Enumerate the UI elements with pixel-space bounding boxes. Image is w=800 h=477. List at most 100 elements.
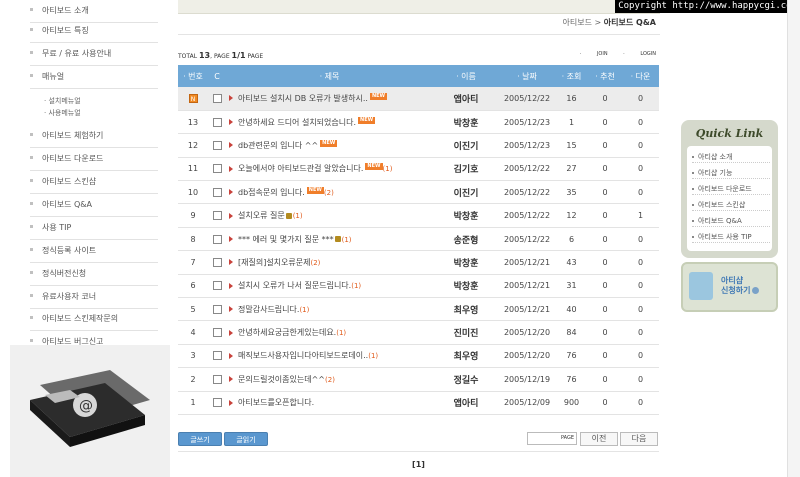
cell-check[interactable] [208,133,226,158]
cell-check[interactable] [208,297,226,322]
row-checkbox[interactable] [212,374,222,384]
cell-title[interactable]: 아티보드를오픈합니다. [226,391,433,415]
col-header-title[interactable]: · 제목 [226,65,433,87]
page-input[interactable]: PAGE [527,432,577,445]
quick-link-item[interactable]: 아티샵 기능 [692,168,770,179]
post-title[interactable]: *** 에러 및 몇가지 질문 *** [238,235,334,244]
table-row[interactable]: 3 매직보드사용자입니다아티보드로데이..(1) 최우영 2005/12/20 76 0 0 [178,344,659,369]
sidebar-item[interactable]: 무료 / 유료 사용안내 [30,43,158,66]
row-checkbox[interactable] [212,117,222,127]
list-button[interactable]: 글읽기 [224,432,268,446]
quick-link-item[interactable]: 아티보드 다운로드 [692,184,770,195]
cell-author[interactable]: 진미진 [433,320,499,345]
cell-title[interactable]: [재질의]설치오류문제(2) [226,250,433,275]
cell-author[interactable]: 최우영 [433,297,499,322]
cell-title[interactable]: 설치시 오류가 나서 질문드립니다.(1) [226,274,433,299]
cell-author[interactable]: 송준형 [433,227,499,252]
table-row[interactable]: 4 안녕하세요궁금한게있는데요.(1) 진미진 2005/12/20 84 0 0 [178,320,659,345]
post-title[interactable]: 설치시 오류가 나서 질문드립니다. [238,281,351,290]
cell-author[interactable]: 박창훈 [433,110,499,135]
row-checkbox[interactable] [212,328,222,338]
sidebar-item[interactable]: 아티보드 스킨샵 [30,171,158,194]
col-header-views[interactable]: · 조회 [555,65,588,87]
cell-author[interactable]: 이진기 [433,133,499,158]
table-row[interactable]: 6 설치시 오류가 나서 질문드립니다.(1) 박창훈 2005/12/21 31 0 0 [178,274,659,299]
cell-author[interactable]: 최우영 [433,344,499,369]
sidebar-item[interactable]: 아티보드 특징 [30,20,158,43]
cell-check[interactable] [208,87,226,111]
cell-author[interactable]: 앱아티 [433,87,499,111]
post-title[interactable]: 아티보드를오픈합니다. [238,398,314,407]
post-title[interactable]: [재질의]설치오류문제 [238,258,310,267]
sidebar-item[interactable]: 아티보드 다운로드 [30,148,158,171]
table-row[interactable]: N 아티보드 설치시 DB 오류가 발생하시.. NEW 앱아티 2005/12/22 1… [178,87,659,111]
cell-author[interactable]: 박창훈 [433,250,499,275]
row-checkbox[interactable] [212,187,222,197]
join-link[interactable]: · JOIN [580,51,608,57]
post-title[interactable]: 안녕하세요궁금한게있는데요. [238,328,336,337]
post-title[interactable]: db접속문의 입니다. [238,188,305,197]
post-title[interactable]: 설치오류 질문 [238,211,285,220]
post-title[interactable]: db관련문의 입니다 ^^ [238,141,318,150]
login-link[interactable]: · LOGIN [623,51,656,57]
row-checkbox[interactable] [212,140,222,150]
cell-author[interactable]: 박창훈 [433,274,499,299]
row-checkbox[interactable] [212,351,222,361]
sidebar-item[interactable]: 유료사용자 코너 [30,286,158,309]
post-title[interactable]: 안녕하세요 드디어 설치되었습니다. [238,118,356,127]
cell-check[interactable] [208,367,226,392]
col-header-download[interactable]: · 다운 [622,65,659,87]
col-header-number[interactable]: · 번호 [178,65,208,87]
table-row[interactable]: 11 오늘에서야 아티보드관걸 알았습니다. NEW (1) 김기호 2005/12/22… [178,157,659,182]
cell-check[interactable] [208,250,226,275]
cell-author[interactable]: 앱아티 [433,391,499,415]
cell-check[interactable] [208,180,226,205]
cell-title[interactable]: 안녕하세요 드디어 설치되었습니다. NEW [226,110,433,135]
sidebar-item[interactable]: 정식버전신청 [30,263,158,286]
table-row[interactable]: 7 [재질의]설치오류문제(2) 박창훈 2005/12/21 43 0 0 [178,250,659,275]
row-checkbox[interactable] [212,281,222,291]
cell-check[interactable] [208,203,226,228]
cell-title[interactable]: *** 에러 및 몇가지 질문 *** (1) [226,227,433,252]
col-header-recommend[interactable]: · 추천 [588,65,622,87]
quick-link-item[interactable]: 아티샵 소개 [692,152,770,163]
cell-title[interactable]: 매직보드사용자입니다아티보드로데이..(1) [226,344,433,369]
table-row[interactable]: 8 *** 에러 및 몇가지 질문 *** (1) 송준형 2005/12/22 6 0 0 [178,227,659,252]
sidebar-item[interactable]: 아티보드 스킨제작문의 [30,308,158,331]
post-title[interactable]: 매직보드사용자입니다아티보드로데이.. [238,351,368,360]
row-checkbox[interactable] [212,164,222,174]
sidebar-item[interactable]: 아티보드 체험하기 [30,125,158,148]
cell-author[interactable]: 이진기 [433,180,499,205]
write-button[interactable]: 글쓰기 [178,432,222,446]
cell-check[interactable] [208,157,226,182]
breadcrumb-parent[interactable]: 아티보드 [563,18,592,27]
window-scrollbar[interactable] [787,0,800,477]
cell-check[interactable] [208,274,226,299]
apply-shop-banner[interactable]: 아티샵 신청하기 [681,262,778,312]
cell-title[interactable]: 설치오류 질문 (1) [226,203,433,228]
next-button[interactable]: 다음 [620,432,658,446]
quick-link-item[interactable]: 아티보드 Q&A [692,216,770,227]
quick-link-item[interactable]: 아티보드 스킨샵 [692,200,770,211]
sidebar-item[interactable]: 매뉴얼 [30,66,158,89]
table-row[interactable]: 5 정말감사드립니다.(1) 최우영 2005/12/21 40 0 0 [178,297,659,322]
cell-title[interactable]: 오늘에서야 아티보드관걸 알았습니다. NEW (1) [226,157,433,182]
row-checkbox[interactable] [212,257,222,267]
cell-check[interactable] [208,391,226,415]
post-title[interactable]: 문의드릴것이좀있는데^^ [238,375,325,384]
pager[interactable]: [1] [178,460,659,469]
cell-author[interactable]: 김기호 [433,157,499,182]
col-header-date[interactable]: · 날짜 [499,65,555,87]
sidebar-sub-item[interactable]: 설치메뉴얼 [44,96,80,107]
cell-check[interactable] [208,320,226,345]
sidebar-item[interactable]: 아티보드 Q&A [30,194,158,217]
cell-title[interactable]: db관련문의 입니다 ^^ NEW [226,133,433,158]
post-title[interactable]: 정말감사드립니다. [238,305,299,314]
cell-title[interactable]: db접속문의 입니다. NEW (2) [226,180,433,205]
row-checkbox[interactable] [212,93,222,103]
table-row[interactable]: 13 안녕하세요 드디어 설치되었습니다. NEW 박창훈 2005/12/23 1 0 0 [178,110,659,135]
cell-title[interactable]: 아티보드 설치시 DB 오류가 발생하시.. NEW [226,87,433,111]
row-checkbox[interactable] [212,234,222,244]
cell-check[interactable] [208,344,226,369]
table-row[interactable]: 12 db관련문의 입니다 ^^ NEW 이진기 2005/12/23 15 0 0 [178,133,659,158]
